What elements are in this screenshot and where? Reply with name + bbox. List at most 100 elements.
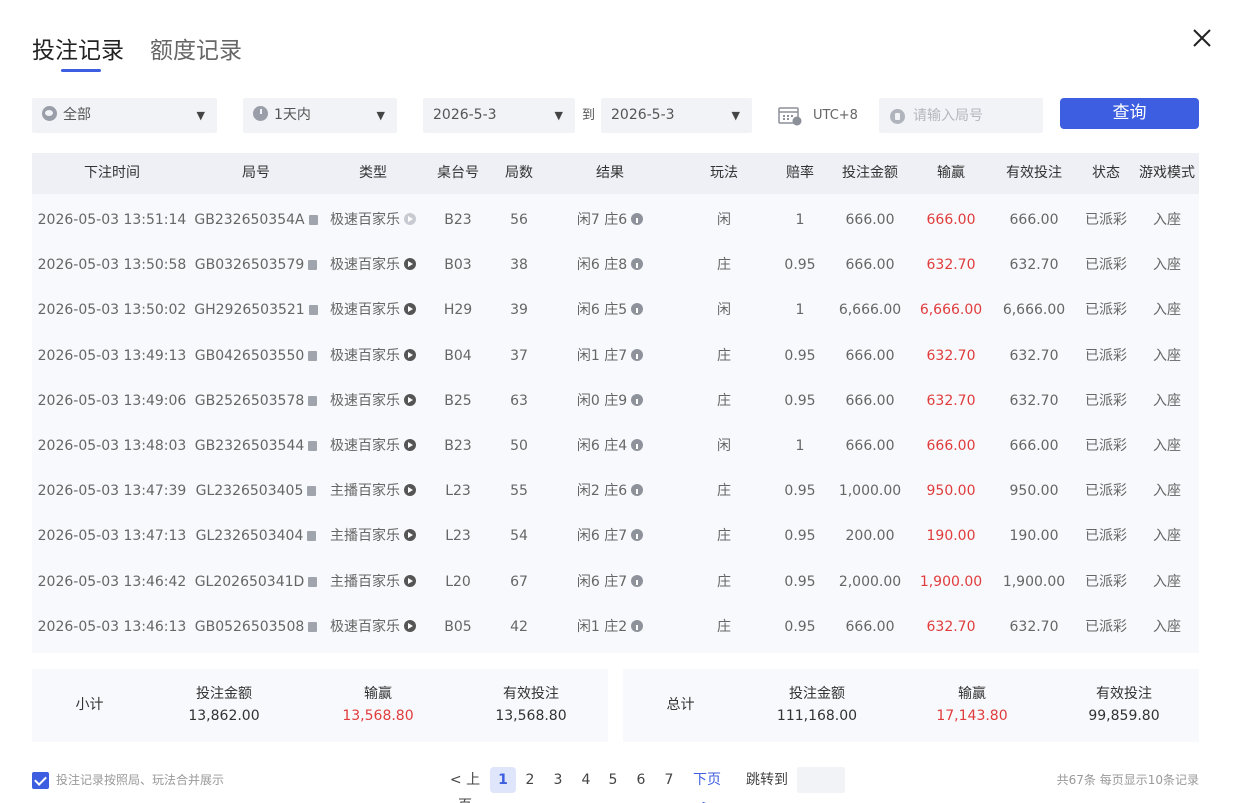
- page-button-2[interactable]: 2: [520, 767, 540, 793]
- cell-table-no: B23: [428, 198, 488, 243]
- play-video-icon[interactable]: [404, 348, 416, 361]
- prev-page-button[interactable]: < 上页: [443, 767, 487, 803]
- calendar-timezone-icon[interactable]: [778, 106, 802, 126]
- subtotal-label: 小计: [75, 697, 104, 713]
- info-icon[interactable]: [631, 393, 644, 406]
- play-video-icon[interactable]: [404, 393, 416, 406]
- col-win-loss: 输赢: [937, 165, 965, 181]
- info-icon[interactable]: [631, 619, 644, 632]
- copy-icon[interactable]: [308, 441, 318, 451]
- cell-odds: 1: [772, 198, 828, 243]
- page-button-3[interactable]: 3: [548, 767, 568, 793]
- copy-icon[interactable]: [307, 486, 317, 497]
- cell-bet-amount-text: 6,666.00: [838, 302, 902, 319]
- play-video-icon[interactable]: [404, 574, 416, 587]
- cell-status-text: 已派彩: [1085, 302, 1127, 319]
- date-from-select[interactable]: 2026-5-3 ▼: [423, 98, 575, 133]
- play-video-icon[interactable]: [404, 303, 416, 316]
- total-label: 总计: [666, 697, 695, 713]
- cell-bet-time-text: 2026-05-03 13:51:14: [37, 212, 187, 228]
- copy-icon[interactable]: [308, 576, 318, 587]
- copy-icon[interactable]: [308, 260, 318, 271]
- next-page-button[interactable]: 下页 >: [685, 767, 729, 803]
- cell-table-no: L23: [428, 469, 488, 514]
- play-video-icon[interactable]: [404, 258, 416, 271]
- cell-win-loss-text: 632.70: [926, 257, 976, 274]
- category-select[interactable]: 全部 ▼: [32, 98, 217, 133]
- cell-result: 闲6 庄7: [556, 514, 664, 559]
- cell-valid-bet: 666.00: [998, 198, 1070, 243]
- info-icon[interactable]: [631, 484, 644, 497]
- info-icon[interactable]: [631, 529, 644, 542]
- cell-bet-amount-text: 200.00: [845, 528, 895, 545]
- cell-game-mode-text: 入座: [1153, 438, 1181, 454]
- cell-result: 闲6 庄7: [556, 560, 664, 605]
- cell-bet-type-text: 庄: [717, 392, 731, 409]
- cell-bet-amount: 200.00: [835, 514, 905, 559]
- cell-bet-amount-text: 666.00: [845, 618, 895, 635]
- close-button[interactable]: [1190, 26, 1214, 50]
- page-button-6[interactable]: 6: [631, 767, 651, 793]
- table-row: 2026-05-03 13:51:14 GB232650354A 极速百家乐 B23 5…: [32, 198, 1199, 243]
- active-tab-indicator: [61, 69, 101, 72]
- cell-bet-time-text: 2026-05-03 13:47:13: [37, 528, 187, 545]
- cell-shoe: 42: [495, 605, 543, 650]
- copy-icon[interactable]: [308, 395, 318, 406]
- cell-shoe-text: 37: [510, 347, 528, 364]
- subtotal-winloss: 输赢 13,568.80: [308, 685, 448, 729]
- cell-bet-amount-text: 666.00: [845, 392, 895, 409]
- page-button-4[interactable]: 4: [576, 767, 596, 793]
- copy-icon[interactable]: [308, 621, 318, 632]
- jump-to-page-input[interactable]: [797, 767, 845, 793]
- cell-status-text: 已派彩: [1085, 438, 1127, 454]
- total-winloss-value: 17,143.80: [936, 708, 1008, 724]
- cell-result: 闲1 庄7: [556, 334, 664, 379]
- cell-status-text: 已派彩: [1085, 618, 1127, 635]
- cell-bet-amount: 666.00: [835, 424, 905, 469]
- date-to-select[interactable]: 2026-5-3 ▼: [601, 98, 752, 133]
- play-video-icon[interactable]: [404, 619, 416, 632]
- page-button-7[interactable]: 7: [659, 767, 679, 793]
- copy-icon[interactable]: [308, 350, 318, 361]
- play-video-icon[interactable]: [404, 484, 416, 497]
- cell-round-no: GB0526503508: [194, 605, 318, 650]
- total-panel: 总计 投注金额 111,168.00 输赢 17,143.80 有效投注 99,…: [623, 669, 1199, 742]
- copy-icon[interactable]: [307, 531, 317, 542]
- query-button[interactable]: 查询: [1060, 98, 1199, 129]
- caret-down-icon: ▼: [731, 109, 740, 122]
- info-icon[interactable]: [631, 439, 644, 451]
- round-number-input[interactable]: [913, 98, 1037, 133]
- tab-bet-records[interactable]: 投注记录: [32, 36, 124, 72]
- time-range-select[interactable]: 1天内 ▼: [243, 98, 397, 133]
- cell-bet-amount-text: 666.00: [845, 212, 895, 228]
- subtotal-winloss-label: 输赢: [364, 686, 392, 702]
- page-button-5[interactable]: 5: [603, 767, 623, 793]
- cell-round-no: GL2326503405: [194, 469, 318, 514]
- info-icon[interactable]: [631, 348, 644, 361]
- info-icon[interactable]: [631, 303, 644, 316]
- cell-bet-type: 庄: [696, 379, 752, 424]
- cell-bet-time-text: 2026-05-03 13:46:13: [37, 618, 187, 635]
- cell-game-mode-text: 入座: [1153, 573, 1181, 590]
- play-video-icon[interactable]: [404, 529, 416, 542]
- subtotal-amount-value: 13,862.00: [188, 708, 260, 724]
- cell-bet-time: 2026-05-03 13:46:13: [32, 605, 192, 650]
- cell-odds-text: 0.95: [784, 347, 816, 364]
- cell-valid-bet-text: 666.00: [1009, 438, 1059, 454]
- copy-icon[interactable]: [308, 305, 318, 316]
- cell-type: 主播百家乐: [323, 560, 423, 605]
- cell-status-text: 已派彩: [1085, 573, 1127, 590]
- cell-bet-type-text: 闲: [717, 212, 731, 228]
- tab-credit-records[interactable]: 额度记录: [150, 36, 242, 72]
- cell-table-no: L20: [428, 560, 488, 605]
- info-icon[interactable]: [631, 213, 644, 225]
- cell-table-no-text: B04: [444, 347, 472, 364]
- play-video-icon[interactable]: [404, 213, 416, 225]
- play-video-icon[interactable]: [404, 439, 416, 451]
- merge-display-checkbox[interactable]: [32, 772, 49, 789]
- col-round-no: 局号: [242, 165, 270, 181]
- info-icon[interactable]: [631, 258, 644, 271]
- info-icon[interactable]: [631, 574, 644, 587]
- copy-icon[interactable]: [308, 215, 318, 225]
- page-button-1[interactable]: 1: [490, 767, 516, 793]
